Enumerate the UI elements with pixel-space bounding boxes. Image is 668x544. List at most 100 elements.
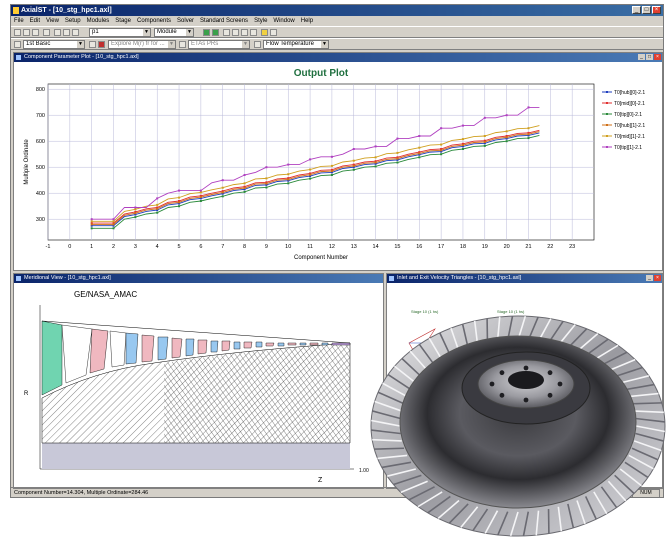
print-icon[interactable] [43, 29, 50, 36]
legend-marker [606, 146, 608, 148]
close-button[interactable]: × [654, 54, 661, 60]
etas-combo[interactable]: ETAs PRs ▼ [188, 40, 250, 49]
data-point [199, 189, 202, 192]
velocity-panel-title-bar: Inlet and Exit Velocity Triangles - [10_… [387, 274, 662, 283]
table-icon[interactable] [232, 29, 239, 36]
legend-entry: T0[hub][0]-2.1 [614, 90, 645, 96]
menu-modules[interactable]: Modules [87, 16, 110, 26]
stator-blade [255, 341, 263, 348]
legend-entry: T0[hub][1]-2.1 [614, 123, 645, 129]
rotor-blade [221, 340, 231, 352]
x-tick-label: 3 [134, 244, 137, 250]
data-point [440, 149, 443, 152]
chevron-down-icon[interactable]: ▼ [242, 41, 249, 48]
data-point [156, 203, 159, 206]
data-point [330, 155, 333, 158]
data-point [527, 133, 530, 136]
data-point [461, 124, 464, 127]
project-combo[interactable]: p1 ▼ [89, 28, 151, 37]
x-tick-label: 16 [416, 244, 422, 250]
menu-file[interactable]: File [14, 16, 24, 26]
y-tick-label: 400 [36, 191, 45, 197]
menu-components[interactable]: Components [137, 16, 171, 26]
window-controls: _ □ × [632, 6, 661, 14]
legend-marker [606, 102, 608, 104]
menu-edit[interactable]: Edit [30, 16, 40, 26]
module-combo[interactable]: Module ▼ [154, 28, 194, 37]
data-point [112, 223, 115, 226]
menu-stage[interactable]: Stage [115, 16, 131, 26]
chevron-down-icon[interactable]: ▼ [321, 41, 328, 48]
minimize-button[interactable]: _ [646, 275, 653, 281]
menu-standard-screens[interactable]: Standard Screens [200, 16, 248, 26]
data-point [309, 158, 312, 161]
save-icon[interactable] [32, 29, 39, 36]
basic-combo[interactable]: 1st Basic ▼ [23, 40, 85, 49]
data-point [505, 130, 508, 133]
flow-temperature-combo[interactable]: Flow Temperature ▼ [263, 40, 329, 49]
menu-solver[interactable]: Solver [177, 16, 194, 26]
stator-blade [157, 336, 169, 361]
rotor-blade [61, 324, 93, 384]
copy-icon[interactable] [63, 29, 70, 36]
paste-icon[interactable] [72, 29, 79, 36]
x-tick-label: 13 [351, 244, 357, 250]
help-pointer-icon[interactable] [270, 29, 277, 36]
menu-style[interactable]: Style [254, 16, 267, 26]
chevron-down-icon[interactable]: ▼ [168, 41, 175, 48]
plot-panel-title-bar: Component Parameter Plot - [10_stg_hpc1.… [14, 53, 662, 62]
chevron-down-icon[interactable]: ▼ [143, 29, 150, 36]
legend-entry: T0[tip][0]-2.1 [614, 112, 642, 118]
data-point [440, 127, 443, 130]
data-point [90, 227, 93, 230]
data-point [461, 148, 464, 150]
x-tick-label: 9 [265, 244, 268, 250]
close-button[interactable]: × [652, 6, 661, 14]
window-icon [16, 55, 21, 60]
chevron-down-icon[interactable]: ▼ [77, 41, 84, 48]
chart-title: Output Plot [294, 68, 349, 79]
maximize-button[interactable]: □ [646, 54, 653, 60]
basic-mode-icon[interactable] [14, 41, 21, 48]
menu-setup[interactable]: Setup [65, 16, 81, 26]
y-axis-label: Multiple Ordinate [24, 139, 30, 185]
menu-help[interactable]: Help [301, 16, 313, 26]
step-icon[interactable] [212, 29, 219, 36]
chart-icon[interactable] [241, 29, 248, 36]
rotor-blade [265, 342, 275, 347]
cut-icon[interactable] [54, 29, 61, 36]
data-point [418, 152, 421, 155]
data-point [90, 220, 93, 223]
maximize-button[interactable]: □ [642, 6, 651, 14]
minimize-button[interactable]: _ [632, 6, 641, 14]
rotor-blade [243, 341, 253, 349]
menu-view[interactable]: View [46, 16, 59, 26]
legend-entry: T0[mid][1]-2.1 [614, 134, 645, 140]
shaft-region [42, 443, 350, 469]
data-point [178, 196, 181, 199]
curve-icon[interactable] [179, 41, 186, 48]
run-icon[interactable] [203, 29, 210, 36]
rotor-blade [197, 339, 208, 355]
question-icon[interactable] [261, 29, 268, 36]
data-point [199, 191, 202, 194]
legend-marker [606, 124, 608, 126]
data-point [505, 136, 508, 139]
open-folder-icon[interactable] [23, 29, 30, 36]
data-point [418, 156, 421, 159]
minimize-button[interactable]: _ [638, 54, 645, 60]
data-point [396, 151, 399, 154]
new-file-icon[interactable] [14, 29, 21, 36]
refresh-icon[interactable] [250, 29, 257, 36]
close-button[interactable]: × [654, 275, 661, 281]
y-tick-label: 500 [36, 165, 45, 171]
explore-combo[interactable]: Explore M(r) fr for ... ▼ [108, 40, 176, 49]
menu-window[interactable]: Window [273, 16, 294, 26]
grid-icon[interactable] [89, 41, 96, 48]
info-icon[interactable] [223, 29, 230, 36]
chart-type-icon[interactable] [98, 41, 105, 48]
data-point [156, 211, 159, 214]
axis-icon[interactable] [254, 41, 261, 48]
chevron-down-icon[interactable]: ▼ [186, 29, 193, 36]
data-point [440, 153, 443, 156]
